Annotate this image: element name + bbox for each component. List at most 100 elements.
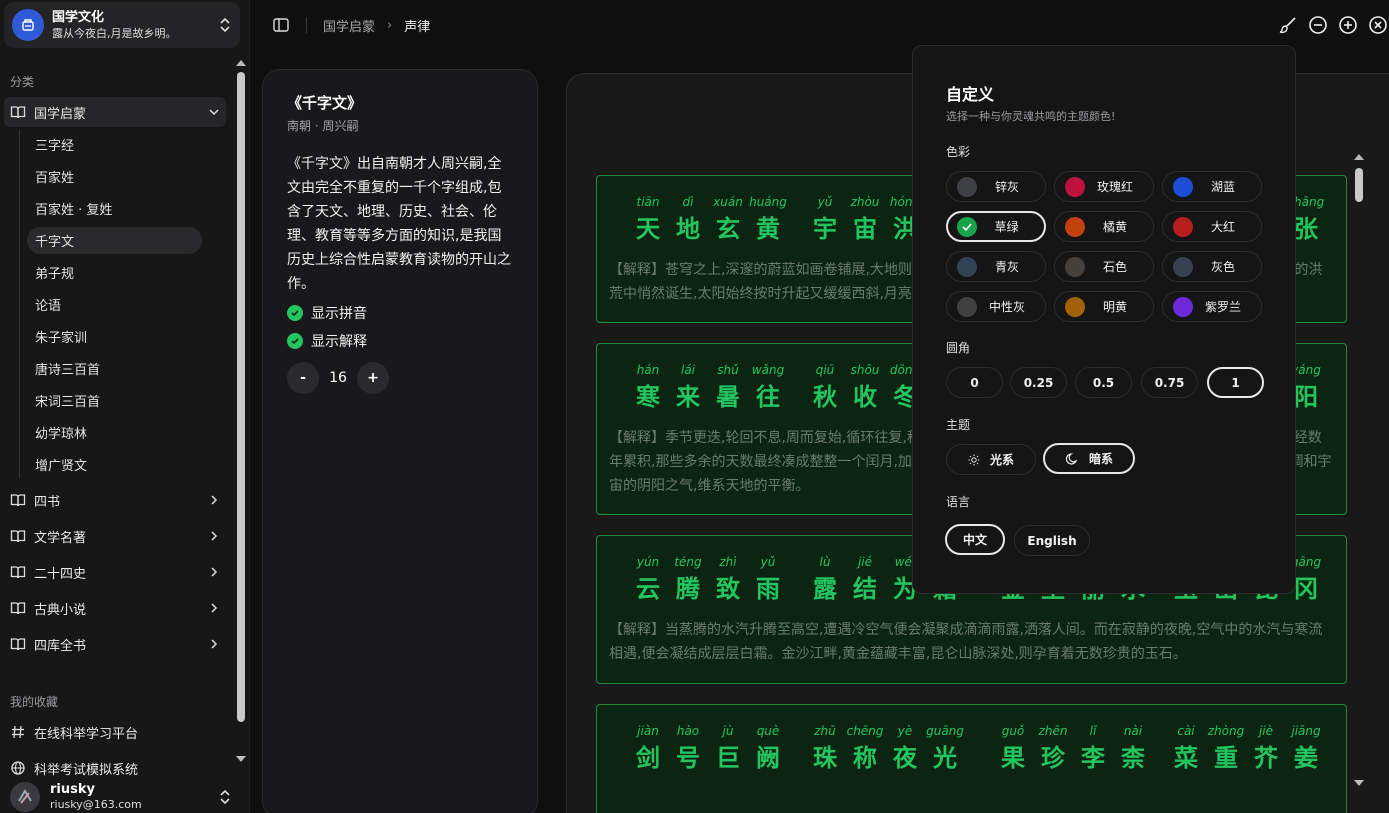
pinyin: qiū [815,363,835,377]
radius-option[interactable]: 0.75 [1141,367,1198,398]
user-menu[interactable]: riusky riusky@163.com [4,780,240,813]
verse-char: chēng 称 [845,721,885,775]
avatar [10,781,40,812]
sidebar-subitem[interactable]: 论语 [27,291,202,318]
color-swatch [1173,176,1193,197]
hanzi: 巨 [716,744,740,772]
hanzi: 暑 [716,383,740,411]
zoom-out-icon[interactable] [1307,14,1329,36]
color-option-label: 大红 [1210,220,1235,234]
sidebar-subitem[interactable]: 朱子家训 [27,323,202,350]
favorite-item[interactable]: 科举考试模拟系统 [4,753,226,783]
pinyin: zhēn [1038,724,1068,738]
pinyin: dì [682,195,694,209]
verses-scrollbar[interactable] [1352,150,1366,790]
breadcrumb-parent[interactable]: 国学启蒙 [323,16,375,35]
color-option[interactable]: 橘黄 [1054,211,1154,242]
verse-char: xuán 玄 [708,192,748,246]
sidebar-subitem[interactable]: 百家姓 · 复姓 [27,195,202,222]
toggle-show-explain[interactable]: 显示解释 [287,330,513,352]
hanzi: 称 [853,744,877,772]
color-option[interactable]: 紫罗兰 [1162,291,1262,322]
pinyin: jiàn [637,724,659,738]
verse-char: zhēn 珍 [1033,721,1073,775]
sidebar-scrollbar[interactable] [234,56,248,766]
theme-dark-button[interactable]: 暗系 [1043,443,1135,474]
paint-brush-icon[interactable] [1277,14,1299,36]
favorite-item[interactable]: 在线科举学习平台 [4,717,226,747]
sidebar-item[interactable]: 四书 [4,485,226,515]
sidebar-item[interactable]: 古典小说 [4,593,226,623]
color-option-label: 石色 [1102,260,1127,274]
pinyin: shōu [850,363,880,377]
color-option[interactable]: 草绿 [946,211,1046,242]
verse-char: lái 来 [668,360,708,414]
color-option[interactable]: 石色 [1054,251,1154,282]
sidebar-subitem[interactable]: 三字经 [27,131,202,158]
color-option[interactable]: 大红 [1162,211,1262,242]
sidebar: 国学文化 露从今夜白,月是故乡明。 分类 国学启蒙 四书 文学名著 二十四史 古典小说四… [0,0,250,813]
color-option[interactable]: 灰色 [1162,251,1262,282]
sidebar-item[interactable]: 国学启蒙 [4,97,226,127]
pinyin: zhòu [850,195,880,209]
language-zh-button[interactable]: 中文 [945,524,1005,555]
sidebar-subitem[interactable]: 幼学琼林 [27,419,202,446]
sidebar-subitem[interactable]: 增广贤文 [27,451,202,478]
scroll-down-arrow[interactable] [1354,780,1364,786]
topbar: 国学启蒙 › 声律 [250,0,1389,50]
verse-char: hán 寒 [628,360,668,414]
hanzi: 芥 [1254,744,1278,772]
user-name: riusky [50,781,95,797]
verse-char: guāng 光 [925,721,965,775]
scroll-up-arrow[interactable] [1354,154,1364,160]
color-option[interactable]: 锌灰 [946,171,1046,202]
theme-light-button[interactable]: 光系 [946,444,1036,475]
verse-char: tiān 天 [628,192,668,246]
toggle-show-pinyin[interactable]: 显示拼音 [287,302,513,324]
book-description: 《千字文》出自南朝才人周兴嗣,全文由完全不重复的一千个字组成,包含了天文、地理、… [287,156,511,292]
pinyin: zhū [814,724,836,738]
language-en-button[interactable]: English [1014,525,1090,556]
verse-explanation: 【解释】当蒸腾的水汽升腾至高空,遭遇冷空气便会凝聚成滴滴雨露,洒落人间。而在寂静… [609,622,1323,662]
app-logo-icon [12,9,44,41]
hanzi: 雨 [756,575,780,603]
sidebar-item[interactable]: 四库全书 [4,629,226,659]
radius-option[interactable]: 0.25 [1010,367,1067,398]
close-icon[interactable] [1367,14,1389,36]
font-size-increase-button[interactable]: + [357,362,389,394]
sidebar-toggle-icon[interactable] [272,16,290,34]
app-switcher[interactable]: 国学文化 露从今夜白,月是故乡明。 [4,2,240,48]
pinyin: yǔ [760,555,776,569]
color-option-label: 中性灰 [988,300,1025,314]
check-circle-icon [287,305,303,321]
sidebar-subitem[interactable]: 千字文 [27,227,202,254]
sidebar-item[interactable]: 文学名著 [4,521,226,551]
zoom-in-icon[interactable] [1337,14,1359,36]
scroll-thumb[interactable] [1355,168,1363,202]
color-option[interactable]: 玫瑰红 [1054,171,1154,202]
scroll-up-arrow[interactable] [236,60,246,66]
color-option[interactable]: 中性灰 [946,291,1046,322]
sidebar-subitem[interactable]: 唐诗三百首 [27,355,202,382]
app-subtitle: 露从今夜白,月是故乡明。 [52,26,177,40]
radius-option[interactable]: 0.5 [1075,367,1132,398]
color-option-label: 青灰 [994,260,1019,274]
sidebar-subitem[interactable]: 弟子规 [27,259,202,286]
sidebar-subitem[interactable]: 百家姓 [27,163,202,190]
pinyin: hán [636,363,660,377]
scroll-thumb[interactable] [237,72,245,722]
hanzi: 宇 [813,215,837,243]
favorites-label: 我的收藏 [10,695,59,709]
font-size-decrease-button[interactable]: - [287,362,319,394]
sidebar-item[interactable]: 二十四史 [4,557,226,587]
color-option[interactable]: 明黄 [1054,291,1154,322]
scroll-down-arrow[interactable] [236,756,246,762]
color-option[interactable]: 青灰 [946,251,1046,282]
radius-option[interactable]: 1 [1207,367,1264,398]
sidebar-subitem[interactable]: 宋词三百首 [27,387,202,414]
hanzi: 致 [716,575,740,603]
theme-light-label: 光系 [989,453,1014,467]
verse-char: lǐ 李 [1073,721,1113,775]
radius-option[interactable]: 0 [946,367,1003,398]
color-option[interactable]: 湖蓝 [1162,171,1262,202]
